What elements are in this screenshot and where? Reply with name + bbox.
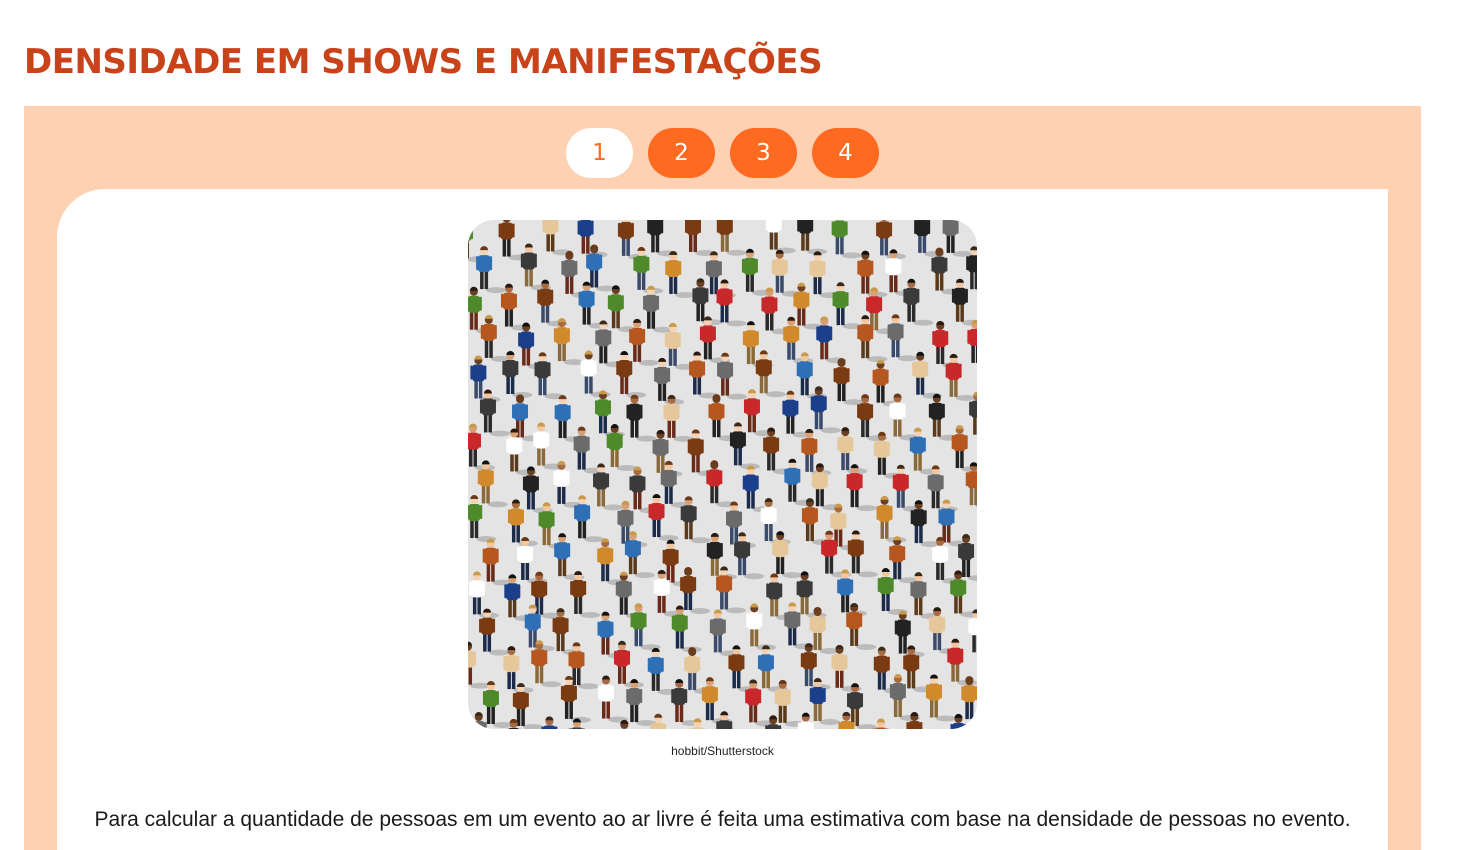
description-paragraph: Para calcular a quantidade de pessoas em…	[94, 808, 1351, 831]
crowd-illustration	[468, 220, 977, 729]
image-credit: hobbit/Shutterstock	[671, 744, 774, 758]
page-button-3[interactable]: 3	[730, 128, 797, 178]
page-button-4[interactable]: 4	[812, 128, 879, 178]
slide-content: hobbit/Shutterstock Para calcular a quan…	[57, 189, 1388, 850]
page-title: DENSIDADE EM SHOWS E MANIFESTAÇÕES	[24, 42, 823, 82]
page-button-2[interactable]: 2	[648, 128, 715, 178]
page-button-1[interactable]: 1	[566, 128, 633, 178]
page-selector: 1 2 3 4	[24, 128, 1421, 178]
slideshow-panel: 1 2 3 4 hobbit/Shutterstock Para calcula…	[24, 106, 1421, 850]
